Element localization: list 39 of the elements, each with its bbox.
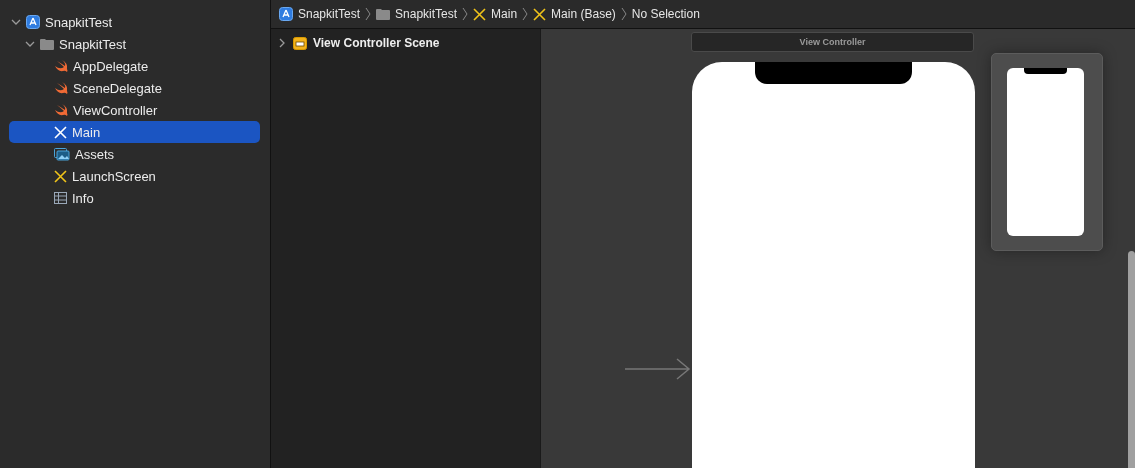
folder-icon (40, 38, 54, 50)
file-item[interactable]: Main (9, 121, 260, 143)
disclosure-icon[interactable] (277, 38, 287, 48)
file-item[interactable]: SceneDelegate (9, 77, 260, 99)
breadcrumb-item[interactable]: Main (473, 7, 518, 21)
swift-icon (54, 104, 68, 116)
breadcrumb-item[interactable]: No Selection (631, 7, 700, 21)
disclosure-icon[interactable] (25, 39, 35, 49)
file-item[interactable]: Assets (9, 143, 260, 165)
cross-tools-icon (54, 169, 67, 183)
cross-tools-icon (473, 7, 487, 21)
breadcrumb-item[interactable]: SnapkitTest (279, 7, 361, 21)
outline-item[interactable]: View Controller Scene (313, 36, 440, 50)
scene-title[interactable]: View Controller (691, 32, 974, 52)
cross-tools-icon (533, 7, 547, 21)
cross-tools-icon (54, 125, 67, 139)
file-item[interactable]: ViewController (9, 99, 260, 121)
chevron-icon (365, 7, 372, 21)
app-project-icon (26, 15, 40, 29)
file-item[interactable]: SnapkitTest (9, 33, 260, 55)
file-item[interactable]: LaunchScreen (9, 165, 260, 187)
scene-icon (293, 36, 307, 50)
app-project-icon (279, 7, 293, 21)
table-icon (54, 192, 67, 204)
entry-arrow (625, 357, 691, 381)
folder-icon (376, 8, 391, 20)
chevron-icon (462, 7, 469, 21)
chevron-icon (522, 7, 529, 21)
disclosure-icon[interactable] (11, 17, 21, 27)
file-item[interactable]: SnapkitTest (9, 11, 260, 33)
chevron-icon (620, 7, 627, 21)
image-stack-icon (54, 147, 70, 161)
swift-icon (54, 82, 68, 94)
scrollbar[interactable] (1128, 251, 1135, 468)
file-item[interactable]: Info (9, 187, 260, 209)
breadcrumb-item[interactable]: Main (Base) (533, 7, 616, 21)
file-item[interactable]: AppDelegate (9, 55, 260, 77)
swift-icon (54, 60, 68, 72)
breadcrumb-item[interactable]: SnapkitTest (376, 7, 458, 21)
